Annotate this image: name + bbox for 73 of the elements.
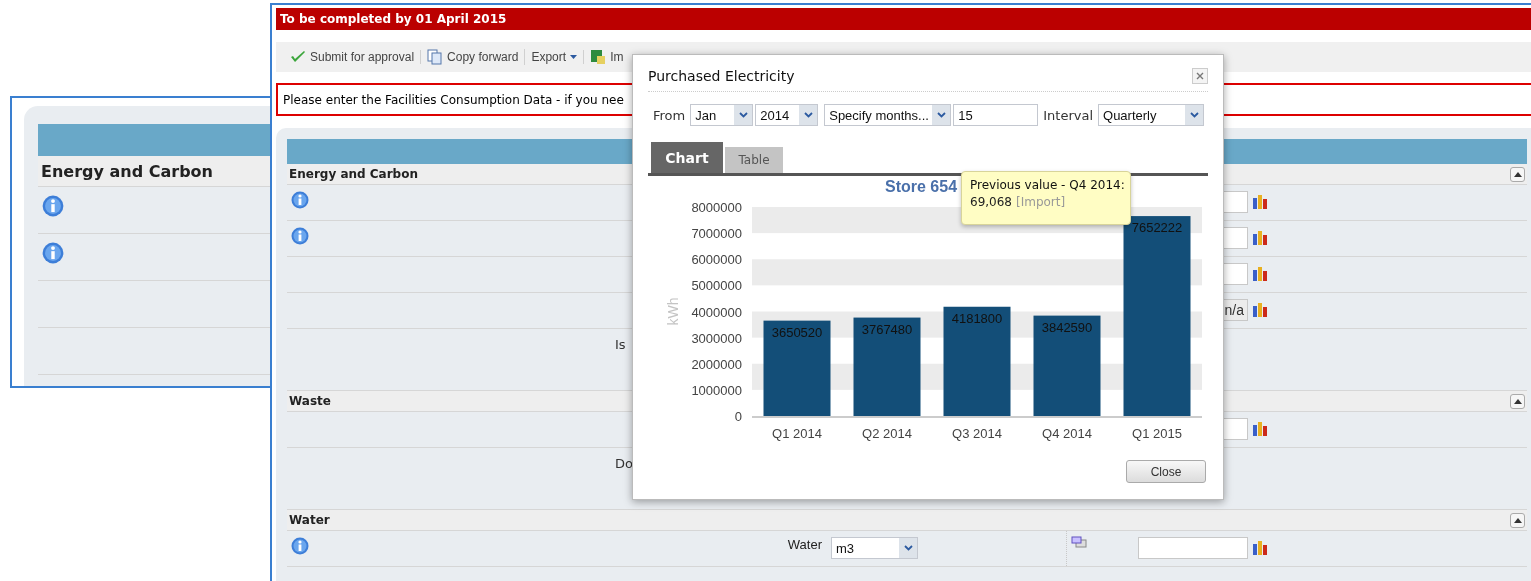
caret-icon <box>570 55 578 59</box>
chevron-down-icon <box>936 112 946 118</box>
month-select[interactable]: Jan <box>690 104 754 126</box>
tick-label: 7000000 <box>691 226 742 242</box>
bar-chart-icon[interactable] <box>1252 265 1268 282</box>
question-text: Is <box>615 336 626 352</box>
dialog-title: Purchased Electricity <box>648 68 795 84</box>
months-field[interactable]: 15 <box>953 104 1039 126</box>
bar-chart-icon[interactable] <box>1252 229 1268 246</box>
toolbar-button[interactable]: Export <box>525 50 585 64</box>
tick-label: 6000000 <box>691 252 742 268</box>
close-button[interactable]: Close <box>1126 460 1206 483</box>
chart-bar[interactable] <box>1123 216 1191 416</box>
bar-value: 3767480 <box>861 321 913 337</box>
collapse-button[interactable] <box>1510 512 1525 528</box>
tick-label: 2000000 <box>691 356 742 372</box>
category-label: Q2 2014 <box>862 426 912 441</box>
interval-select[interactable]: Quarterly <box>1098 104 1204 126</box>
category-label: Q4 2014 <box>1042 426 1092 441</box>
toolbar-button[interactable]: Im <box>584 49 630 65</box>
close-button[interactable] <box>1192 68 1208 84</box>
year-select[interactable]: 2014 <box>755 104 819 126</box>
tick-label: 8000000 <box>691 200 742 215</box>
chevron-down-icon <box>738 112 748 118</box>
tick-label: 3000000 <box>691 330 742 346</box>
collapse-button[interactable] <box>1510 393 1525 409</box>
chevron-down-icon <box>903 545 913 551</box>
bar-chart-icon[interactable] <box>1252 193 1268 210</box>
tick-label: 5000000 <box>691 278 742 294</box>
toolbar-button[interactable]: Copy forward <box>421 49 526 65</box>
tooltip-heading: Previous value - Q4 2014: <box>970 178 1122 192</box>
collapse-button[interactable] <box>1510 166 1525 182</box>
windows-icon[interactable] <box>1071 536 1087 548</box>
category-label: Q3 2014 <box>952 426 1002 441</box>
collapse-up-icon <box>1513 398 1522 404</box>
tick-label: 1000000 <box>691 382 742 398</box>
close-icon <box>1196 72 1204 80</box>
bar-value: 7652222 <box>1131 220 1183 236</box>
chevron-down-icon <box>1189 112 1199 118</box>
category-label: Q1 2015 <box>1132 426 1182 441</box>
bar-value: 3650520 <box>771 324 823 340</box>
chevron-down-icon <box>803 112 813 118</box>
tab[interactable]: Table <box>725 147 783 173</box>
tooltip-value: 69,068 <box>970 195 1012 209</box>
collapse-up-icon <box>1513 171 1522 177</box>
spreadsheet-icon <box>590 49 607 65</box>
unit-select[interactable]: m3 <box>831 537 918 559</box>
section-title: Water <box>289 513 330 527</box>
chart-bar[interactable] <box>853 317 921 416</box>
bar-chart-icon[interactable] <box>1252 420 1268 437</box>
bar-value: 4181800 <box>951 310 1003 326</box>
section-title: Waste <box>289 394 331 408</box>
range-select[interactable]: Specify months... <box>824 104 952 126</box>
row-label: Water <box>787 537 822 552</box>
bar-chart-icon[interactable] <box>1252 301 1268 318</box>
documents-icon <box>427 49 444 65</box>
checkmark-icon <box>290 50 306 64</box>
tick-label: 0 <box>734 409 742 424</box>
axis-label: kWh <box>665 297 681 326</box>
chart-title: Store 654 <box>885 178 958 195</box>
category-label: Q1 2014 <box>772 426 822 441</box>
tab[interactable]: Chart <box>651 142 723 173</box>
tick-label: 4000000 <box>691 304 742 320</box>
chart-bar[interactable] <box>763 320 831 416</box>
question-text: Do <box>615 455 633 471</box>
toolbar-button[interactable]: Submit for approval <box>284 50 422 64</box>
value-field[interactable] <box>1138 537 1248 559</box>
bar-chart-icon[interactable] <box>1252 539 1268 556</box>
chart-bar[interactable] <box>943 306 1011 416</box>
chart-bar[interactable] <box>1033 315 1101 416</box>
collapse-up-icon <box>1513 517 1522 523</box>
deadline-banner: To be completed by 01 April 2015 <box>276 8 1531 30</box>
bar-value: 3842590 <box>1041 319 1093 335</box>
